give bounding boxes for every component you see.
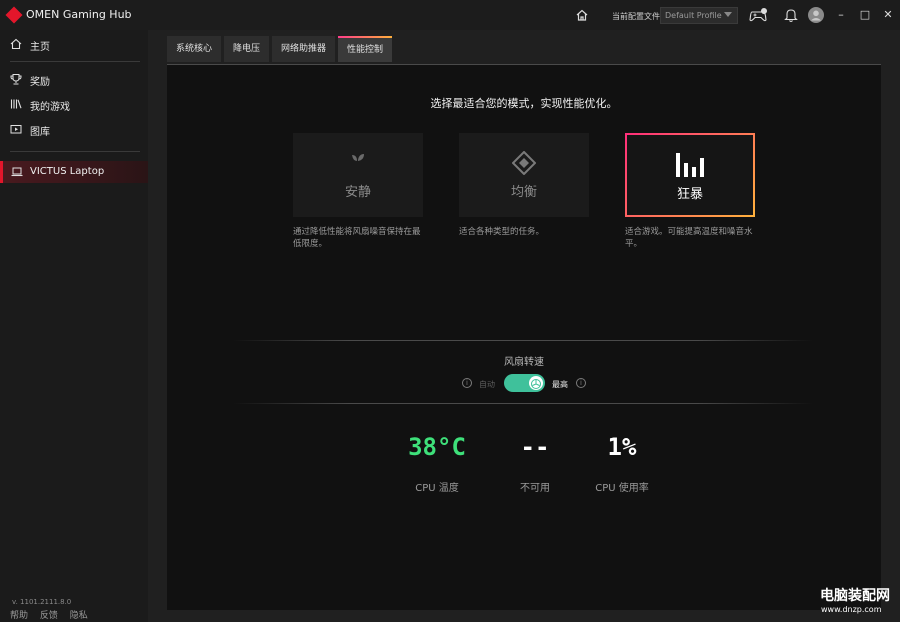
tab-undervolt[interactable]: 降电压 <box>224 36 270 62</box>
cpu-usage-label: CPU 使用率 <box>595 483 649 494</box>
fan-speed-title: 风扇转速 <box>504 357 544 368</box>
unavailable-value: -- <box>520 433 550 461</box>
mode-label: 安静 <box>344 185 371 200</box>
watermark-url: www.dnzp.com <box>821 605 882 614</box>
minimize-button[interactable]: – <box>834 8 848 22</box>
bars-icon <box>676 153 704 177</box>
help-link[interactable]: 帮助 <box>10 611 28 621</box>
performance-headline: 选择最适合您的模式，实现性能优化。 <box>430 97 618 110</box>
gallery-icon <box>10 125 22 134</box>
chevron-down-icon <box>724 12 732 17</box>
trophy-icon <box>10 74 22 85</box>
sidebar-item-label: 主页 <box>30 42 50 53</box>
mode-card-balanced[interactable]: 均衡 <box>459 133 589 217</box>
maximize-button[interactable]: □ <box>858 8 872 22</box>
sidebar-item-home[interactable]: 主页 <box>0 33 148 55</box>
sidebar-item-label: 图库 <box>30 127 50 138</box>
mode-card-performance[interactable]: 狂暴 <box>625 133 755 217</box>
sidebar-divider <box>10 61 140 62</box>
toggle-knob <box>529 376 543 390</box>
sidebar-item-rewards[interactable]: 奖励 <box>0 68 148 90</box>
sidebar-item-gallery[interactable]: 图库 <box>0 118 148 140</box>
gamepad-icon[interactable] <box>748 7 768 23</box>
unavailable-label: 不可用 <box>520 483 550 494</box>
privacy-link[interactable]: 隐私 <box>70 611 88 621</box>
mode-label: 均衡 <box>510 185 537 200</box>
fan-auto-label: 自动 <box>479 380 495 389</box>
section-divider <box>233 403 813 404</box>
info-icon[interactable]: i <box>576 378 586 388</box>
watermark: 电脑装配网 www.dnzp.com <box>790 583 900 622</box>
avatar[interactable] <box>808 7 824 23</box>
watermark-title: 电脑装配网 <box>820 588 890 604</box>
tab-bar: 系统核心 降电压 网络助推器 性能控制 <box>167 36 395 62</box>
mode-desc-balanced: 适合各种类型的任务。 <box>459 227 545 237</box>
close-button[interactable]: ✕ <box>881 8 895 22</box>
cpu-temp-value: 38°C <box>408 433 466 461</box>
sidebar-item-my-games[interactable]: 我的游戏 <box>0 93 148 115</box>
tab-system-core[interactable]: 系统核心 <box>167 36 222 62</box>
bell-icon[interactable] <box>784 7 798 23</box>
mode-card-quiet[interactable]: 安静 <box>293 133 423 217</box>
mode-desc-performance: 适合游戏。可能提高温度和噪音水平。 <box>625 227 753 249</box>
sidebar: 主页 奖励 我的游戏 图库 VICTUS Laptop v. 1101.2111… <box>0 30 148 622</box>
tab-performance-control[interactable]: 性能控制 <box>338 36 393 62</box>
sidebar-divider <box>10 151 140 152</box>
cpu-temp-label: CPU 温度 <box>415 483 459 494</box>
section-divider <box>233 340 813 341</box>
fan-max-label: 最高 <box>552 380 568 389</box>
profile-dropdown-value: Default Profile <box>665 11 722 20</box>
feedback-link[interactable]: 反馈 <box>40 611 58 621</box>
app-title: OMEN Gaming Hub <box>26 8 132 21</box>
omen-logo-icon <box>5 6 23 24</box>
mode-desc-quiet: 通过降低性能将风扇噪音保持在最低限度。 <box>293 227 421 249</box>
laptop-icon <box>11 167 23 177</box>
performance-panel: 选择最适合您的模式，实现性能优化。 安静 均衡 狂暴 通过降低性能将风扇噪音保持… <box>167 64 881 610</box>
title-bar: OMEN Gaming Hub 当前配置文件 Default Profile –… <box>0 0 900 30</box>
sidebar-item-device[interactable]: VICTUS Laptop <box>0 161 148 183</box>
profile-label: 当前配置文件 <box>612 12 660 21</box>
profile-dropdown[interactable]: Default Profile <box>660 7 738 24</box>
library-icon <box>10 99 22 109</box>
fan-icon <box>531 379 541 389</box>
fan-speed-toggle[interactable] <box>504 374 545 392</box>
tab-network-booster[interactable]: 网络助推器 <box>272 36 336 62</box>
home-icon[interactable] <box>575 8 589 22</box>
sidebar-item-label: 奖励 <box>30 77 50 88</box>
version-text: v. 1101.2111.8.0 <box>12 598 72 606</box>
cpu-usage-value: 1% <box>607 433 637 461</box>
mode-label: 狂暴 <box>676 187 703 202</box>
leaf-icon <box>352 154 364 168</box>
device-active-indicator <box>0 161 3 183</box>
footer-links: 帮助 反馈 隐私 <box>10 608 97 621</box>
sidebar-item-label: 我的游戏 <box>30 102 70 113</box>
home-icon <box>10 38 22 50</box>
diamond-icon <box>512 151 536 175</box>
info-icon[interactable]: i <box>462 378 472 388</box>
device-name: VICTUS Laptop <box>30 166 105 177</box>
